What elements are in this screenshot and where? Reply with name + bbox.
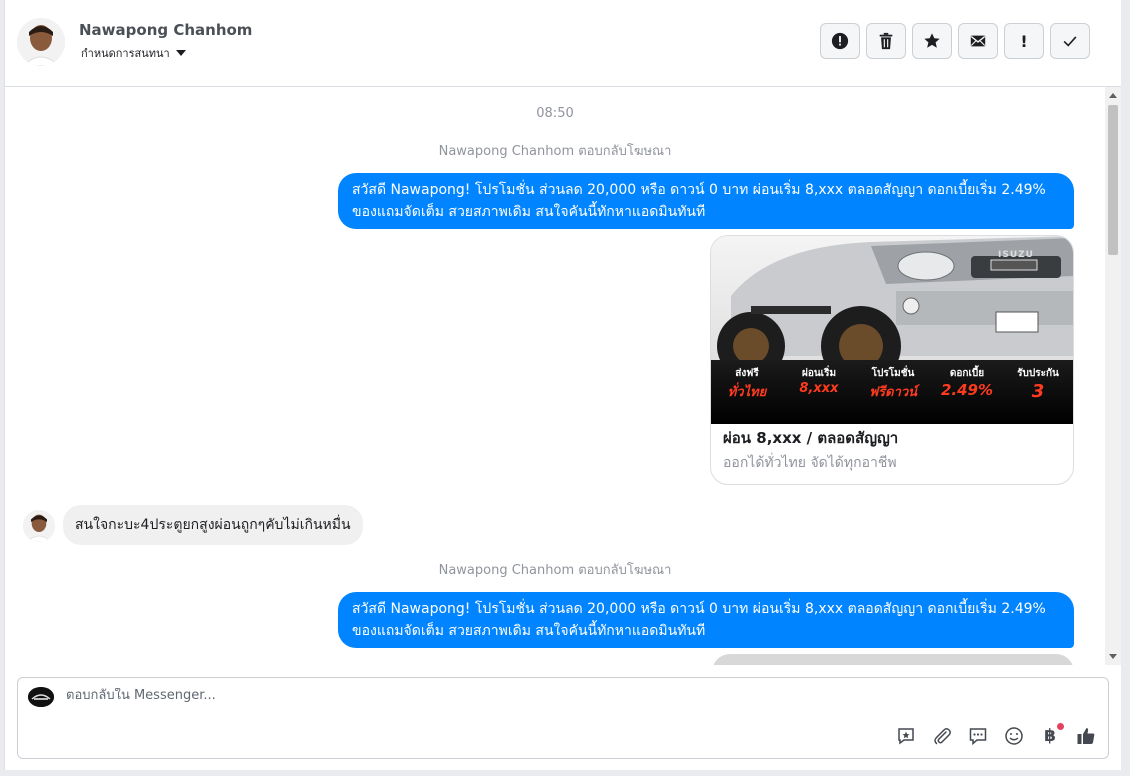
emoji-icon (1005, 727, 1023, 745)
mark-unread-button[interactable] (958, 23, 998, 59)
exclamation-icon: ! (1020, 31, 1028, 51)
check-icon (1063, 36, 1077, 47)
saved-reply-button[interactable] (894, 724, 918, 748)
promo-col: โปรโมชั่น ฟรีดาวน์ (868, 368, 918, 400)
thread-scrollbar[interactable] (1105, 87, 1121, 665)
page-logo-avatar (28, 687, 54, 707)
scroll-down-arrow-icon[interactable] (1109, 654, 1117, 659)
ad-card-title: ผ่อน 8,xxx / ตลอดสัญญา (723, 429, 899, 447)
ad-card-image[interactable] (712, 654, 1074, 665)
contact-name[interactable]: Nawapong Chanhom (79, 21, 252, 39)
assign-label: กำหนดการสนทนา (81, 47, 170, 60)
spam-alert-button[interactable] (820, 23, 860, 59)
chat-options-button[interactable] (966, 724, 990, 748)
outgoing-message[interactable]: สวัสดี Nawapong! โปรโมชั่น ส่วนลด 20,000… (338, 592, 1074, 648)
like-button[interactable] (1074, 724, 1098, 748)
assign-conversation-dropdown[interactable]: กำหนดการสนทนา (81, 44, 186, 62)
alert-circle-icon (831, 32, 849, 50)
attach-file-button[interactable] (930, 724, 954, 748)
promo-col: ส่งฟรี ทั่วไทย (727, 368, 767, 400)
system-message: Nawapong Chanhom ตอบกลับโฆษณา (438, 144, 672, 159)
trash-icon (879, 32, 893, 50)
message-timestamp: 08:50 (536, 106, 574, 121)
emoji-button[interactable] (1002, 724, 1026, 748)
done-button[interactable] (1050, 23, 1090, 59)
scroll-up-arrow-icon[interactable] (1109, 93, 1117, 98)
ad-card-description: ออกได้ทั่วไทย จัดได้ทุกอาชีพ (723, 455, 897, 471)
promo-col: ผ่อนเริ่ม 8,xxx (799, 368, 839, 396)
notification-dot (1057, 723, 1064, 730)
reply-input[interactable] (66, 688, 866, 703)
system-message: Nawapong Chanhom ตอบกลับโฆษณา (438, 563, 672, 578)
brand-badge: ISUZU (998, 250, 1034, 260)
thumbs-up-icon (1077, 728, 1095, 744)
star-button[interactable] (912, 23, 952, 59)
composer-tools: ฿ (894, 723, 1098, 748)
promo-col: ดอกเบี้ย 2.49% (940, 368, 994, 399)
chat-bubble-icon (969, 728, 987, 746)
header-toolbar: ! (820, 23, 1090, 59)
star-icon (924, 33, 940, 48)
ad-card[interactable]: ส่งฟรี ทั่วไทย ผ่อนเริ่ม 8,xxx โปรโมชั่น… (710, 235, 1074, 485)
contact-avatar-small[interactable] (23, 510, 55, 542)
important-button[interactable]: ! (1004, 23, 1044, 59)
conversation-panel: Nawapong Chanhom กำหนดการสนทนา ! 08:50 N… (4, 0, 1121, 770)
scrollbar-thumb[interactable] (1108, 105, 1118, 255)
conversation-header: Nawapong Chanhom กำหนดการสนทนา ! (5, 0, 1121, 87)
incoming-message[interactable]: สนใจกะบะ4ประตูยกสูงผ่อนถูกๆคับไม่เกินหมื… (63, 505, 363, 545)
message-thread[interactable]: 08:50 Nawapong Chanhom ตอบกลับโฆษณา สวัส… (5, 87, 1105, 665)
baht-payment-icon: ฿ (1044, 726, 1056, 746)
contact-avatar[interactable] (17, 18, 65, 66)
delete-button[interactable] (866, 23, 906, 59)
saved-reply-icon (898, 728, 914, 745)
envelope-icon (970, 35, 986, 47)
payment-button[interactable]: ฿ (1038, 723, 1064, 748)
promo-strip: ส่งฟรี ทั่วไทย ผ่อนเริ่ม 8,xxx โปรโมชั่น… (711, 366, 1073, 402)
attachment-icon (934, 728, 951, 745)
message-composer: ฿ (17, 677, 1109, 759)
promo-col: รับประกัน 3 (1017, 368, 1059, 402)
outgoing-message[interactable]: สวัสดี Nawapong! โปรโมชั่น ส่วนลด 20,000… (338, 173, 1074, 229)
chevron-down-icon (175, 50, 186, 56)
